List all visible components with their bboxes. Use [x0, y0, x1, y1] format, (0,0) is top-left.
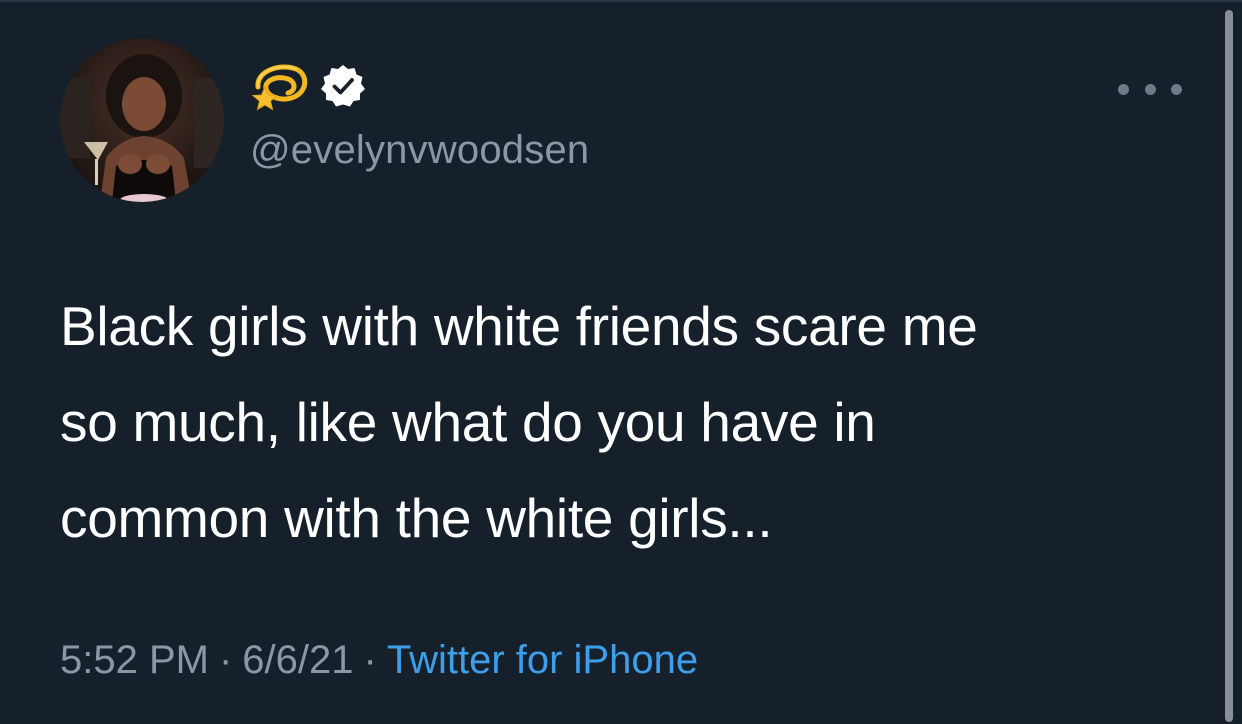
dizzy-star-emoji-icon [251, 64, 308, 111]
avatar-image [60, 38, 224, 202]
separator: · [218, 638, 233, 682]
tweet-time[interactable]: 5:52 PM [60, 638, 209, 682]
tweet-source-link[interactable]: Twitter for iPhone [387, 638, 698, 682]
avatar[interactable] [60, 38, 224, 202]
verified-icon [321, 65, 365, 107]
more-dot [1171, 83, 1182, 95]
more-options-icon[interactable] [1118, 74, 1182, 104]
tweet-text-line: common with the white girls... [60, 487, 773, 549]
more-dot [1118, 83, 1129, 95]
separator: · [363, 638, 377, 682]
tweet-date[interactable]: 6/6/21 [242, 638, 353, 682]
tweet-text: Black girls with white friends scare me … [60, 278, 1190, 566]
tweet-text-line: Black girls with white friends scare me [60, 295, 978, 357]
scrollbar[interactable] [1225, 10, 1233, 722]
user-handle[interactable]: @evelynvwoodsen [250, 124, 589, 176]
tweet-text-line: so much, like what do you have in [60, 391, 876, 453]
display-name[interactable] [250, 58, 366, 114]
tweet: @evelynvwoodsen Black girls with white f… [0, 0, 1218, 724]
tweet-metadata: 5:52 PM · 6/6/21 · Twitter for iPhone [60, 632, 698, 688]
more-dot [1144, 83, 1156, 95]
